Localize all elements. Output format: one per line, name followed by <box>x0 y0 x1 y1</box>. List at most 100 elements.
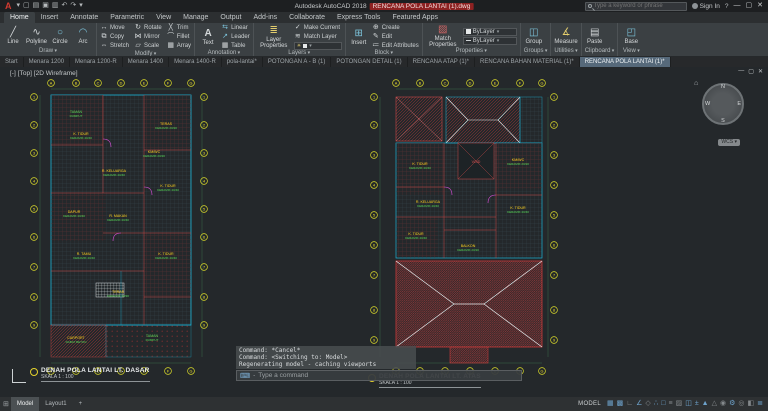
search-input[interactable] <box>594 3 680 9</box>
viewport-control-0[interactable]: [-] <box>10 70 16 77</box>
viewcube-west[interactable]: W <box>705 101 710 107</box>
layers-panel-label[interactable]: Layers <box>257 50 342 57</box>
trim-button[interactable]: ╳Trim <box>167 24 191 32</box>
clipboard-panel-label[interactable]: Clipboard <box>585 48 615 56</box>
match-properties-button[interactable]: ▨Match Properties <box>426 25 460 48</box>
file-tab-pola-lantai[interactable]: pola-lantai* <box>222 57 263 67</box>
groups-panel-label[interactable]: Groups <box>524 48 548 56</box>
edit-attributes-button[interactable]: ≔Edit Attributes <box>372 42 419 50</box>
viewcube-home-icon[interactable]: ⌂ <box>694 80 698 87</box>
close-window-button[interactable]: ✕ <box>757 1 763 11</box>
properties-panel-label[interactable]: Properties <box>426 48 517 56</box>
match-layer-button[interactable]: ≋Match Layer <box>294 33 342 41</box>
file-tab-rencana-pola-lantai-1[interactable]: RENCANA POLA LANTAI (1)* <box>580 57 671 67</box>
ribbon-tab-insert[interactable]: Insert <box>35 12 65 23</box>
new-icon[interactable]: ▢ <box>23 1 30 11</box>
rotate-button[interactable]: ↻Rotate <box>134 24 162 32</box>
layer-properties-button[interactable]: ≣Layer Properties <box>257 26 291 49</box>
floor-plan-lt-atas[interactable]: AABBCCDDEEFFGG112233445566778899K. TIDUR… <box>366 75 566 377</box>
plot-icon[interactable]: ▥ <box>52 1 59 11</box>
linear-dimension-button[interactable]: ⇆Linear <box>221 24 250 32</box>
layout-tab-[interactable]: + <box>73 397 89 411</box>
object-snap-tracking-toggle[interactable]: ∴ <box>654 398 658 410</box>
arc-button[interactable]: ◠Arc <box>73 28 93 45</box>
app-menu-icon[interactable]: ▾ <box>17 1 21 11</box>
block-panel-label[interactable]: Block <box>349 50 419 57</box>
lineweight-toggle[interactable]: ≡ <box>668 398 672 410</box>
create-block-button[interactable]: ⊕Create <box>372 24 419 32</box>
customization-toggle[interactable]: ≣ <box>757 398 763 410</box>
layout-tab-layout1[interactable]: Layout1 <box>39 397 72 411</box>
ribbon-tab-featured-apps[interactable]: Featured Apps <box>386 12 444 23</box>
layer-select-dropdown[interactable]: ☀ <box>294 42 342 50</box>
viewcube-east[interactable]: E <box>737 101 741 107</box>
snap-mode-toggle[interactable]: ▩ <box>617 398 624 410</box>
selection-cycling-toggle[interactable]: ◫ <box>685 398 692 410</box>
annotation-monitor-toggle[interactable]: ◉ <box>720 398 726 410</box>
drawing-area[interactable]: [-][Top][2D Wireframe] —▢✕ <box>0 67 768 397</box>
viewcube-north[interactable]: N <box>721 84 725 90</box>
sign-in-button[interactable]: Sign In <box>692 3 720 10</box>
polar-tracking-toggle[interactable]: ∠ <box>636 398 642 410</box>
file-tab-rencana-atap-1[interactable]: RENCANA ATAP (1)* <box>408 57 475 67</box>
isometric-drafting-toggle[interactable]: ◇ <box>645 398 650 410</box>
object-color-dropdown[interactable]: ByLayer <box>463 28 517 36</box>
layout-tab-model[interactable]: Model <box>11 397 39 411</box>
measure-button[interactable]: ∡Measure <box>554 28 577 45</box>
ortho-mode-toggle[interactable]: ∟ <box>626 398 633 410</box>
ribbon-tab-express-tools[interactable]: Express Tools <box>331 12 386 23</box>
base-view-button[interactable]: ◰Base <box>621 28 641 45</box>
draw-panel-label[interactable]: Draw <box>3 48 93 56</box>
ribbon-tab-manage[interactable]: Manage <box>177 12 214 23</box>
mirror-button[interactable]: ⋈Mirror <box>134 33 162 41</box>
text-button[interactable]: AText <box>198 29 218 46</box>
file-tab-rencana-bahan-material-1[interactable]: RENCANA BAHAN MATERIAL (1)* <box>475 57 580 67</box>
object-snap-toggle[interactable]: □ <box>661 398 665 410</box>
maximize-window-button[interactable]: ▢ <box>746 1 753 11</box>
annotation-autoscale-toggle[interactable]: △ <box>712 398 717 410</box>
paste-button[interactable]: ▤Paste <box>585 28 605 45</box>
isolate-objects-toggle[interactable]: ◎ <box>738 398 744 410</box>
group-button[interactable]: ◫Group <box>524 28 544 45</box>
transparency-toggle[interactable]: ▨ <box>676 398 683 410</box>
file-tab-potongan-detail-1[interactable]: POTONGAN DETAIL (1) <box>331 57 407 67</box>
workspace-switching-toggle[interactable]: ⚙ <box>729 398 735 410</box>
view-panel-label[interactable]: View <box>621 48 641 56</box>
utilities-panel-label[interactable]: Utilities <box>554 48 577 56</box>
viewcube-south[interactable]: S <box>721 118 725 124</box>
model-space-label[interactable]: MODEL <box>578 401 601 407</box>
help-icon[interactable]: ? <box>725 3 729 10</box>
redo-icon[interactable]: ↷ <box>70 1 76 11</box>
lineweight-dropdown[interactable]: ByLayer <box>463 37 517 45</box>
ribbon-tab-output[interactable]: Output <box>214 12 247 23</box>
restore-document-button[interactable]: ▢ <box>748 68 754 75</box>
ribbon-tab-home[interactable]: Home <box>4 12 35 23</box>
file-tab-start[interactable]: Start <box>0 57 24 67</box>
ribbon-tab-view[interactable]: View <box>150 12 177 23</box>
make-current-button[interactable]: ✓Make Current <box>294 24 342 32</box>
ribbon-tab-collaborate[interactable]: Collaborate <box>283 12 331 23</box>
command-input[interactable]: ⌨ - Type a command <box>236 370 522 381</box>
move-button[interactable]: ↔Move <box>100 24 129 32</box>
grid-display-toggle[interactable]: ▦ <box>607 398 614 410</box>
copy-button[interactable]: ⧉Copy <box>100 33 129 41</box>
graphics-performance-toggle[interactable]: ◧ <box>748 398 755 410</box>
circle-button[interactable]: ○Circle <box>50 28 70 45</box>
wcs-dropdown[interactable]: WCS ▾ <box>718 139 740 146</box>
ribbon-tab-parametric[interactable]: Parametric <box>104 12 150 23</box>
close-document-button[interactable]: ✕ <box>758 68 763 75</box>
stretch-button[interactable]: ⇔Stretch <box>100 42 129 50</box>
scale-button[interactable]: ▱Scale <box>134 42 162 50</box>
insert-block-button[interactable]: ⊞Insert <box>349 29 369 46</box>
open-icon[interactable]: ▤ <box>33 1 40 11</box>
layout-grid-icon[interactable]: ⊞ <box>3 400 9 408</box>
table-button[interactable]: ▦Table <box>221 42 250 50</box>
save-icon[interactable]: ▣ <box>42 1 49 11</box>
file-tab-menara-1400-r[interactable]: Menara 1400-R <box>169 57 222 67</box>
annotation-panel-label[interactable]: Annotation <box>198 50 250 57</box>
annotation-visibility-toggle[interactable]: ▲ <box>702 398 709 410</box>
file-tab-menara-1400[interactable]: Menara 1400 <box>123 57 169 67</box>
viewcube[interactable]: ⌂ N S E W <box>702 83 744 125</box>
leader-button[interactable]: ↗Leader <box>221 33 250 41</box>
ribbon-tab-add-ins[interactable]: Add-ins <box>247 12 283 23</box>
